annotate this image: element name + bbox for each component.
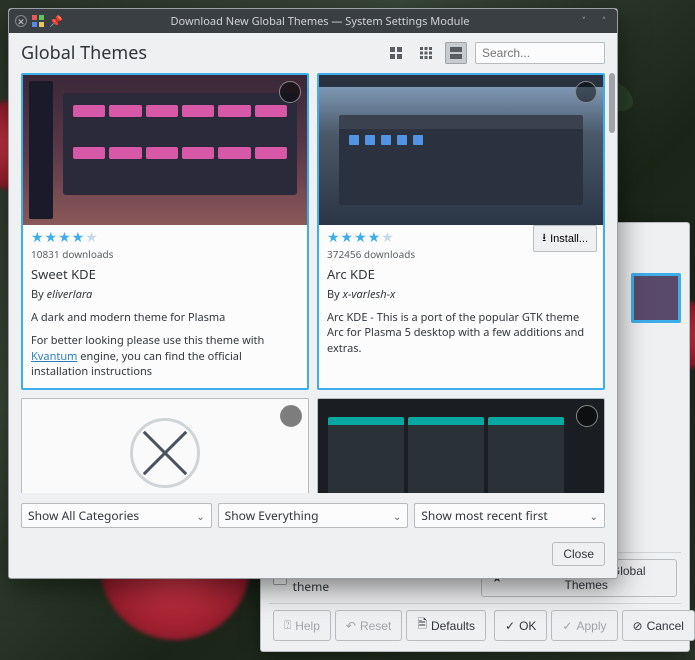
theme-preview-thumb[interactable]	[631, 273, 681, 323]
reset-button[interactable]: ↶ Reset	[335, 610, 402, 641]
help-icon: ⍰	[284, 618, 291, 633]
check-icon: ✓	[505, 619, 515, 633]
status-combo[interactable]: Show Everything ⌄	[218, 503, 409, 528]
theme-description: Arc KDE - This is a port of the popular …	[327, 310, 595, 356]
pling-badge-icon	[576, 405, 598, 427]
page-title: Global Themes	[21, 41, 377, 65]
theme-preview	[22, 399, 308, 493]
chevron-down-icon: ⌄	[393, 509, 401, 523]
scrollbar[interactable]	[607, 73, 615, 493]
download-icon: ⭳	[542, 229, 546, 248]
combo-label: Show Everything	[225, 507, 319, 524]
app-icon	[31, 14, 45, 28]
close-window-icon[interactable]: ✕	[15, 15, 27, 27]
close-button[interactable]: Close	[552, 542, 605, 566]
pling-badge-icon	[280, 405, 302, 427]
titlebar[interactable]: ✕ 📌 Download New Global Themes — System …	[9, 9, 617, 33]
view-grid-icon[interactable]	[415, 42, 437, 64]
document-icon: 🗎	[417, 615, 427, 636]
maximize-icon[interactable]: ˄	[597, 14, 611, 28]
downloads-count: 10831 downloads	[31, 247, 299, 261]
view-tiles-icon[interactable]	[385, 42, 407, 64]
theme-card-partial[interactable]	[317, 398, 605, 493]
defaults-button[interactable]: 🗎 Defaults	[406, 610, 486, 641]
rating-stars: ★★★★★	[31, 231, 299, 245]
view-details-icon[interactable]	[445, 42, 467, 64]
theme-preview	[318, 399, 604, 493]
ok-button[interactable]: ✓ OK	[494, 610, 547, 641]
combo-label: Show All Categories	[28, 507, 139, 524]
sort-combo[interactable]: Show most recent first ⌄	[414, 503, 605, 528]
category-combo[interactable]: Show All Categories ⌄	[21, 503, 212, 528]
scrollbar-thumb[interactable]	[609, 73, 615, 133]
kvantum-link[interactable]: Kvantum	[31, 349, 77, 364]
theme-description-extra: For better looking please use this theme…	[31, 333, 299, 379]
theme-author: By x-varlesh-x	[327, 287, 595, 302]
cancel-button[interactable]: ⊘ Cancel	[622, 610, 695, 641]
theme-preview	[319, 75, 603, 225]
theme-card-arc-kde[interactable]: ⭳ Install... ★★★★★ 372456 downloads Arc …	[317, 73, 605, 390]
chevron-down-icon: ⌄	[196, 509, 204, 523]
minimize-icon[interactable]: ˅	[577, 14, 591, 28]
window-title: Download New Global Themes — System Sett…	[63, 14, 577, 29]
apply-button[interactable]: ✓ Apply	[551, 610, 617, 641]
undo-icon: ↶	[346, 619, 356, 633]
pin-icon[interactable]: 📌	[49, 14, 63, 28]
search-input[interactable]	[475, 42, 605, 64]
check-icon: ✓	[562, 619, 572, 633]
install-button[interactable]: ⭳ Install...	[533, 225, 597, 252]
theme-preview	[23, 75, 307, 225]
theme-card-sweet-kde[interactable]: ★★★★★ 10831 downloads Sweet KDE By elive…	[21, 73, 309, 390]
theme-description: A dark and modern theme for Plasma	[31, 310, 299, 325]
theme-card-partial[interactable]	[21, 398, 309, 493]
cancel-icon: ⊘	[633, 619, 643, 633]
help-button[interactable]: ⍰ Help	[273, 610, 331, 641]
pling-badge-icon	[575, 81, 597, 103]
theme-title: Arc KDE	[327, 265, 595, 283]
chevron-down-icon: ⌄	[590, 509, 598, 523]
theme-title: Sweet KDE	[31, 265, 299, 283]
theme-author: By eliverlara	[31, 287, 299, 302]
download-themes-dialog: ✕ 📌 Download New Global Themes — System …	[8, 8, 618, 579]
combo-label: Show most recent first	[421, 507, 547, 524]
pling-badge-icon	[279, 81, 301, 103]
